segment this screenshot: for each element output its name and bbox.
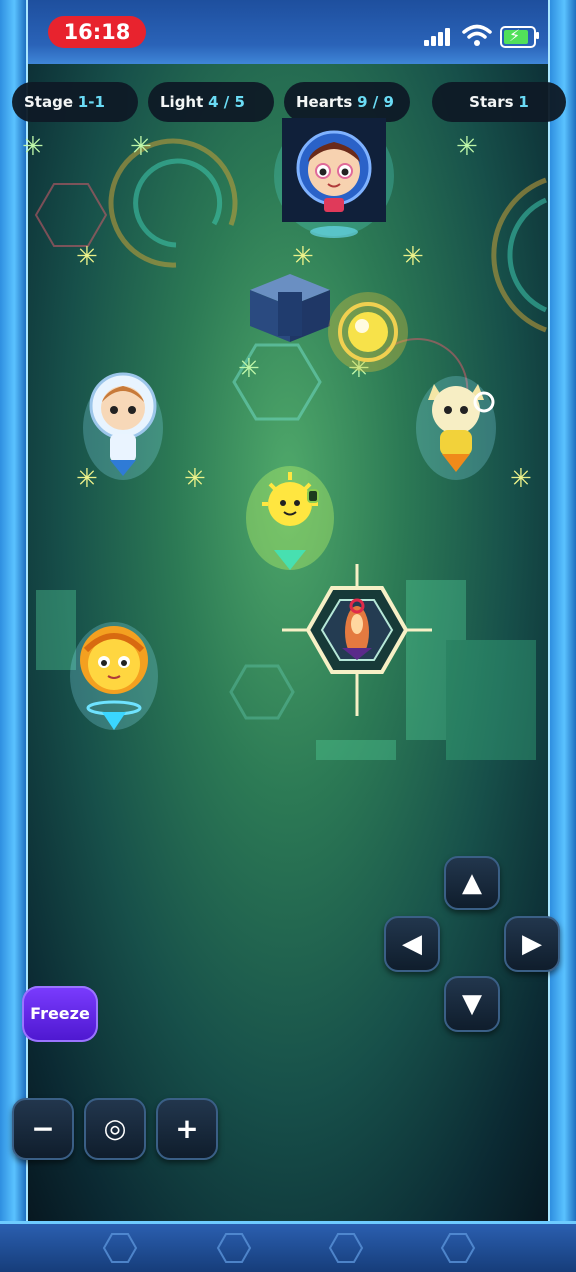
stone-block[interactable] (250, 274, 330, 342)
recenter-button[interactable]: ◎ (84, 1098, 146, 1160)
right-frame (548, 0, 576, 1272)
hud-stage-label: Stage (24, 93, 74, 111)
wifi-icon (462, 24, 492, 46)
hud-stars-value: 1 (518, 93, 529, 111)
move-left-button[interactable]: ◀ (384, 916, 440, 972)
sparkle-icon: ✳ (238, 354, 260, 384)
hud-light-value: 4 / 5 (208, 93, 245, 111)
sparkle-icon: ✳ (456, 132, 478, 162)
game-board[interactable]: 16:18 ⚡ Stage 1-1 Light 4 / 5 Hearts 9 /… (0, 0, 576, 1272)
zoom-in-button[interactable]: + (156, 1098, 218, 1160)
bottom-frame (0, 1221, 576, 1272)
target-reticle[interactable] (282, 562, 432, 718)
helmet-girl-character[interactable] (68, 618, 160, 734)
charging-bolt-icon: ⚡ (509, 26, 521, 45)
zoom-out-button[interactable]: − (12, 1098, 74, 1160)
light-orb[interactable] (326, 290, 410, 374)
hud-hearts-value: 9 / 9 (357, 93, 394, 111)
frame-hex-pattern (102, 1233, 476, 1263)
hud-light-label: Light (160, 93, 204, 111)
sparkle-icon: ✳ (76, 242, 98, 272)
clock: 16:18 (48, 16, 146, 48)
sparkle-icon: ✳ (184, 464, 206, 494)
cat-character[interactable] (414, 370, 498, 480)
hud-stage-value: 1-1 (77, 93, 105, 111)
astronaut-character[interactable] (80, 368, 166, 480)
hud-light: Light 4 / 5 (148, 82, 274, 122)
hud-hearts-label: Hearts (296, 93, 353, 111)
hud-stars-label: Stars (469, 93, 514, 111)
battery-tip (536, 32, 539, 39)
hud-hearts: Hearts 9 / 9 (284, 82, 410, 122)
left-frame (0, 0, 28, 1272)
sparkle-icon: ✳ (510, 464, 532, 494)
sparkle-icon: ✳ (130, 132, 152, 162)
player-portrait[interactable] (266, 116, 402, 238)
move-right-button[interactable]: ▶ (504, 916, 560, 972)
status-bar: 16:18 ⚡ (0, 0, 576, 64)
hud-stage: Stage 1-1 (12, 82, 138, 122)
move-down-button[interactable]: ▼ (444, 976, 500, 1032)
sparkle-icon: ✳ (22, 132, 44, 162)
freeze-button[interactable]: Freeze (22, 986, 98, 1042)
move-up-button[interactable]: ▲ (444, 856, 500, 910)
sparkle-icon: ✳ (292, 242, 314, 272)
hud-stars: Stars 1 (432, 82, 566, 122)
sun-character[interactable] (244, 462, 336, 574)
sparkle-icon: ✳ (402, 242, 424, 272)
